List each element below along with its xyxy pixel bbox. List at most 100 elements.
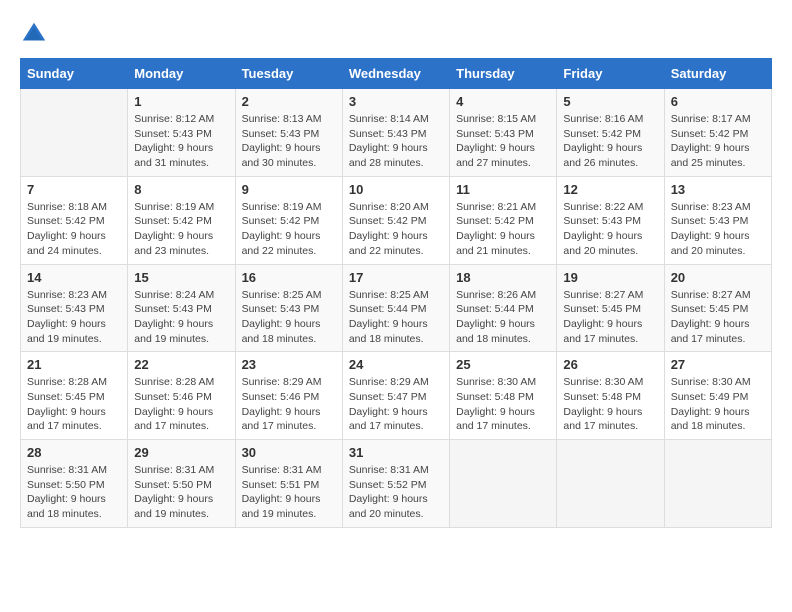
calendar-cell: 7 Sunrise: 8:18 AMSunset: 5:42 PMDayligh… [21,176,128,264]
cell-info: Sunrise: 8:21 AMSunset: 5:42 PMDaylight:… [456,200,550,259]
day-number: 19 [563,270,657,285]
calendar-week-4: 21 Sunrise: 8:28 AMSunset: 5:45 PMDaylig… [21,352,772,440]
cell-info: Sunrise: 8:27 AMSunset: 5:45 PMDaylight:… [671,288,765,347]
page-header [20,20,772,48]
calendar-header-monday: Monday [128,59,235,89]
cell-info: Sunrise: 8:23 AMSunset: 5:43 PMDaylight:… [27,288,121,347]
day-number: 30 [242,445,336,460]
calendar-table: SundayMondayTuesdayWednesdayThursdayFrid… [20,58,772,528]
cell-info: Sunrise: 8:14 AMSunset: 5:43 PMDaylight:… [349,112,443,171]
calendar-header-row: SundayMondayTuesdayWednesdayThursdayFrid… [21,59,772,89]
day-number: 29 [134,445,228,460]
day-number: 4 [456,94,550,109]
calendar-cell: 1 Sunrise: 8:12 AMSunset: 5:43 PMDayligh… [128,89,235,177]
calendar-cell: 10 Sunrise: 8:20 AMSunset: 5:42 PMDaylig… [342,176,449,264]
calendar-cell: 31 Sunrise: 8:31 AMSunset: 5:52 PMDaylig… [342,440,449,528]
cell-info: Sunrise: 8:13 AMSunset: 5:43 PMDaylight:… [242,112,336,171]
cell-info: Sunrise: 8:31 AMSunset: 5:50 PMDaylight:… [134,463,228,522]
day-number: 23 [242,357,336,372]
calendar-cell: 4 Sunrise: 8:15 AMSunset: 5:43 PMDayligh… [450,89,557,177]
cell-info: Sunrise: 8:24 AMSunset: 5:43 PMDaylight:… [134,288,228,347]
calendar-cell: 3 Sunrise: 8:14 AMSunset: 5:43 PMDayligh… [342,89,449,177]
cell-info: Sunrise: 8:25 AMSunset: 5:44 PMDaylight:… [349,288,443,347]
day-number: 13 [671,182,765,197]
cell-info: Sunrise: 8:28 AMSunset: 5:46 PMDaylight:… [134,375,228,434]
day-number: 8 [134,182,228,197]
day-number: 20 [671,270,765,285]
calendar-cell: 28 Sunrise: 8:31 AMSunset: 5:50 PMDaylig… [21,440,128,528]
calendar-cell: 22 Sunrise: 8:28 AMSunset: 5:46 PMDaylig… [128,352,235,440]
calendar-cell: 6 Sunrise: 8:17 AMSunset: 5:42 PMDayligh… [664,89,771,177]
cell-info: Sunrise: 8:22 AMSunset: 5:43 PMDaylight:… [563,200,657,259]
calendar-cell: 18 Sunrise: 8:26 AMSunset: 5:44 PMDaylig… [450,264,557,352]
logo [20,20,52,48]
calendar-cell: 24 Sunrise: 8:29 AMSunset: 5:47 PMDaylig… [342,352,449,440]
cell-info: Sunrise: 8:23 AMSunset: 5:43 PMDaylight:… [671,200,765,259]
cell-info: Sunrise: 8:31 AMSunset: 5:51 PMDaylight:… [242,463,336,522]
calendar-header-sunday: Sunday [21,59,128,89]
calendar-week-1: 1 Sunrise: 8:12 AMSunset: 5:43 PMDayligh… [21,89,772,177]
calendar-cell: 9 Sunrise: 8:19 AMSunset: 5:42 PMDayligh… [235,176,342,264]
calendar-header-friday: Friday [557,59,664,89]
calendar-cell: 17 Sunrise: 8:25 AMSunset: 5:44 PMDaylig… [342,264,449,352]
day-number: 27 [671,357,765,372]
cell-info: Sunrise: 8:17 AMSunset: 5:42 PMDaylight:… [671,112,765,171]
calendar-header-saturday: Saturday [664,59,771,89]
cell-info: Sunrise: 8:15 AMSunset: 5:43 PMDaylight:… [456,112,550,171]
calendar-cell [21,89,128,177]
day-number: 17 [349,270,443,285]
calendar-cell [664,440,771,528]
calendar-cell: 8 Sunrise: 8:19 AMSunset: 5:42 PMDayligh… [128,176,235,264]
cell-info: Sunrise: 8:27 AMSunset: 5:45 PMDaylight:… [563,288,657,347]
calendar-cell: 15 Sunrise: 8:24 AMSunset: 5:43 PMDaylig… [128,264,235,352]
day-number: 12 [563,182,657,197]
cell-info: Sunrise: 8:31 AMSunset: 5:50 PMDaylight:… [27,463,121,522]
cell-info: Sunrise: 8:31 AMSunset: 5:52 PMDaylight:… [349,463,443,522]
calendar-week-5: 28 Sunrise: 8:31 AMSunset: 5:50 PMDaylig… [21,440,772,528]
day-number: 9 [242,182,336,197]
day-number: 18 [456,270,550,285]
calendar-cell: 19 Sunrise: 8:27 AMSunset: 5:45 PMDaylig… [557,264,664,352]
day-number: 5 [563,94,657,109]
calendar-header-thursday: Thursday [450,59,557,89]
cell-info: Sunrise: 8:20 AMSunset: 5:42 PMDaylight:… [349,200,443,259]
cell-info: Sunrise: 8:30 AMSunset: 5:48 PMDaylight:… [456,375,550,434]
day-number: 31 [349,445,443,460]
day-number: 1 [134,94,228,109]
cell-info: Sunrise: 8:30 AMSunset: 5:49 PMDaylight:… [671,375,765,434]
calendar-cell: 25 Sunrise: 8:30 AMSunset: 5:48 PMDaylig… [450,352,557,440]
calendar-cell: 11 Sunrise: 8:21 AMSunset: 5:42 PMDaylig… [450,176,557,264]
calendar-header-tuesday: Tuesday [235,59,342,89]
calendar-cell: 13 Sunrise: 8:23 AMSunset: 5:43 PMDaylig… [664,176,771,264]
cell-info: Sunrise: 8:29 AMSunset: 5:46 PMDaylight:… [242,375,336,434]
cell-info: Sunrise: 8:29 AMSunset: 5:47 PMDaylight:… [349,375,443,434]
calendar-cell: 26 Sunrise: 8:30 AMSunset: 5:48 PMDaylig… [557,352,664,440]
calendar-cell: 23 Sunrise: 8:29 AMSunset: 5:46 PMDaylig… [235,352,342,440]
calendar-cell: 16 Sunrise: 8:25 AMSunset: 5:43 PMDaylig… [235,264,342,352]
cell-info: Sunrise: 8:12 AMSunset: 5:43 PMDaylight:… [134,112,228,171]
day-number: 22 [134,357,228,372]
calendar-cell: 14 Sunrise: 8:23 AMSunset: 5:43 PMDaylig… [21,264,128,352]
day-number: 16 [242,270,336,285]
day-number: 28 [27,445,121,460]
calendar-cell [557,440,664,528]
day-number: 14 [27,270,121,285]
day-number: 24 [349,357,443,372]
cell-info: Sunrise: 8:19 AMSunset: 5:42 PMDaylight:… [134,200,228,259]
cell-info: Sunrise: 8:26 AMSunset: 5:44 PMDaylight:… [456,288,550,347]
day-number: 7 [27,182,121,197]
cell-info: Sunrise: 8:30 AMSunset: 5:48 PMDaylight:… [563,375,657,434]
logo-icon [20,20,48,48]
calendar-cell: 2 Sunrise: 8:13 AMSunset: 5:43 PMDayligh… [235,89,342,177]
calendar-cell [450,440,557,528]
calendar-cell: 12 Sunrise: 8:22 AMSunset: 5:43 PMDaylig… [557,176,664,264]
calendar-week-2: 7 Sunrise: 8:18 AMSunset: 5:42 PMDayligh… [21,176,772,264]
calendar-cell: 20 Sunrise: 8:27 AMSunset: 5:45 PMDaylig… [664,264,771,352]
day-number: 15 [134,270,228,285]
day-number: 10 [349,182,443,197]
calendar-cell: 30 Sunrise: 8:31 AMSunset: 5:51 PMDaylig… [235,440,342,528]
calendar-cell: 29 Sunrise: 8:31 AMSunset: 5:50 PMDaylig… [128,440,235,528]
day-number: 2 [242,94,336,109]
calendar-header-wednesday: Wednesday [342,59,449,89]
day-number: 11 [456,182,550,197]
